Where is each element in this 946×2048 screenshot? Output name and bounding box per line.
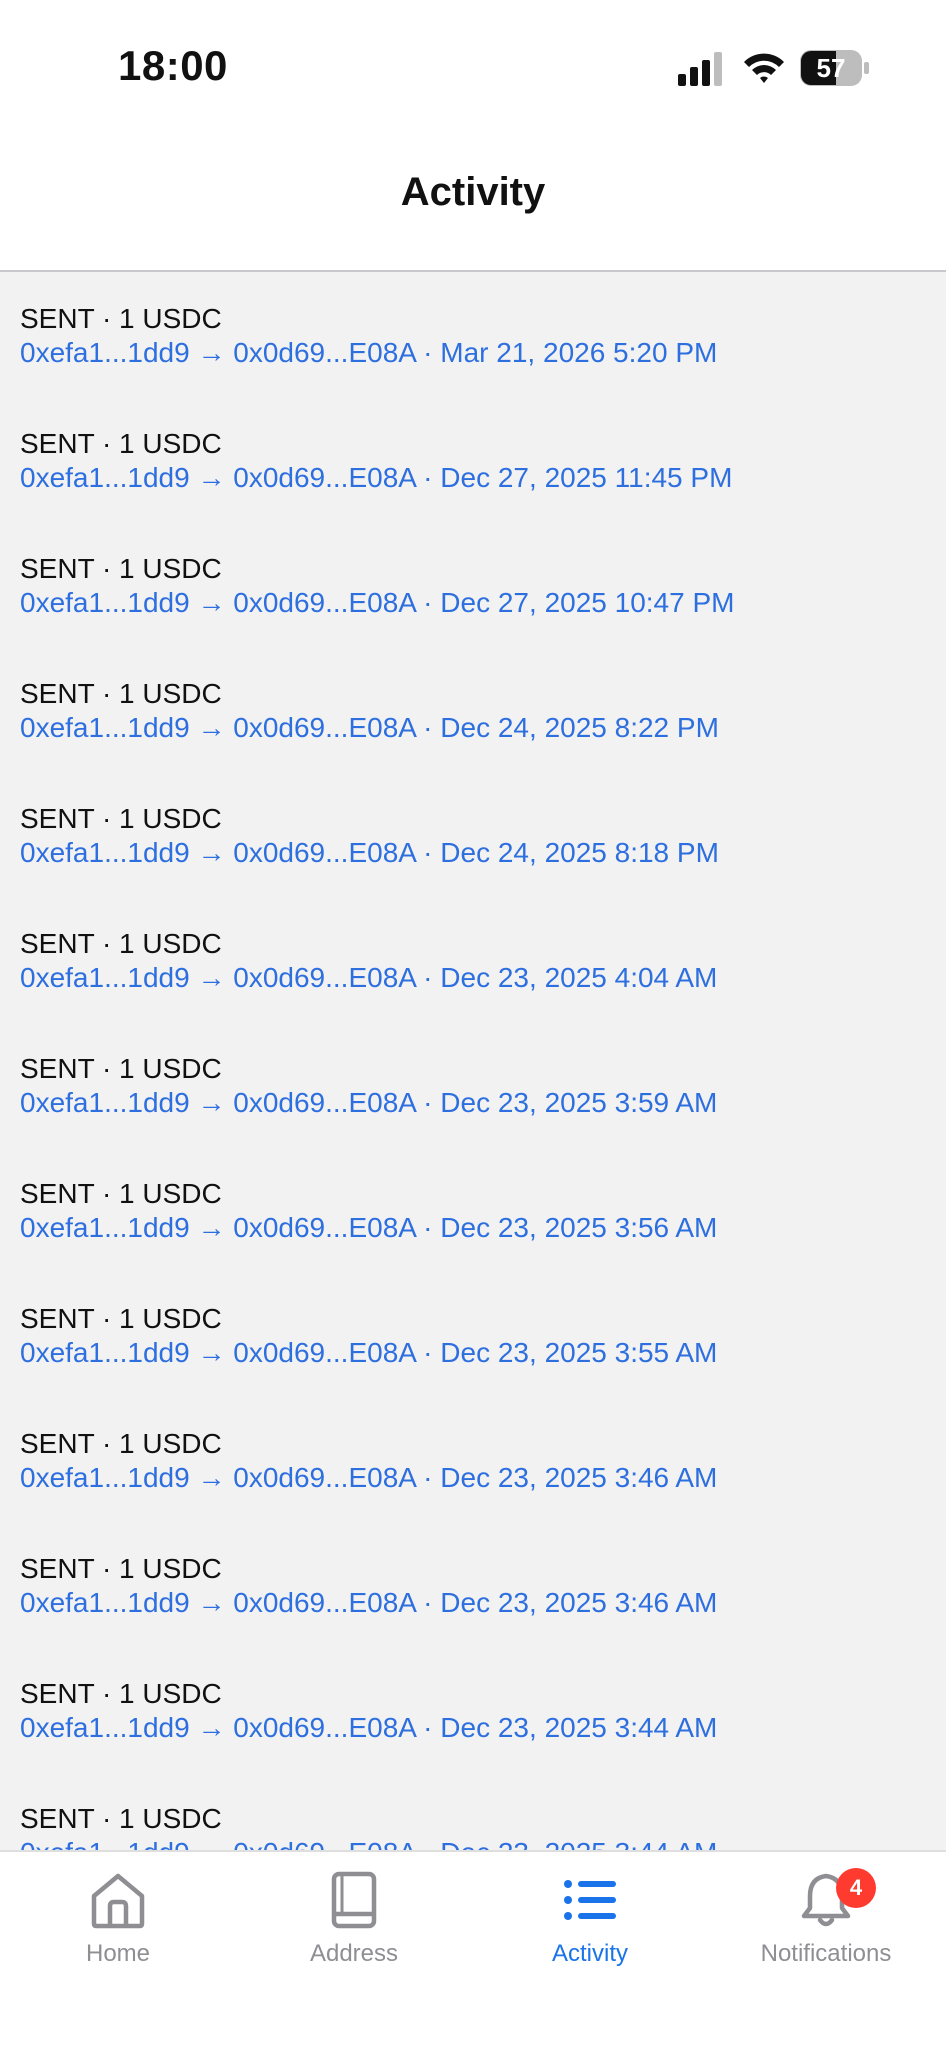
activity-detail: 0xefa1...1dd9 → 0x0d69...E08A · Mar 21, …: [20, 337, 718, 368]
activity-row[interactable]: SENT · 1 USDC 0xefa1...1dd9 → 0x0d69...E…: [0, 899, 946, 1024]
activity-row[interactable]: SENT · 1 USDC 0xefa1...1dd9 → 0x0d69...E…: [0, 649, 946, 774]
activity-title: SENT · 1 USDC: [20, 1178, 222, 1209]
notification-badge: 4: [836, 1868, 876, 1908]
activity-title: SENT · 1 USDC: [20, 803, 222, 834]
status-time: 18:00: [118, 42, 228, 89]
page-title: Activity: [400, 170, 546, 214]
activity-title: SENT · 1 USDC: [20, 1303, 222, 1334]
activity-detail: 0xefa1...1dd9 → 0x0d69...E08A · Dec 23, …: [20, 1337, 718, 1368]
activity-list[interactable]: SENT · 1 USDC 0xefa1...1dd9 → 0x0d69...E…: [0, 274, 946, 1850]
tab-address-label: Address: [309, 1940, 399, 1967]
list-icon: [564, 1880, 616, 1920]
tab-bar: Home Address Activity Notifications 4: [0, 1850, 946, 2048]
activity-title: SENT · 1 USDC: [20, 928, 222, 959]
activity-row[interactable]: SENT · 1 USDC 0xefa1...1dd9 → 0x0d69...E…: [0, 524, 946, 649]
activity-title: SENT · 1 USDC: [20, 1803, 222, 1834]
activity-detail: 0xefa1...1dd9 → 0x0d69...E08A · Dec 23, …: [20, 1587, 718, 1618]
activity-row[interactable]: SENT · 1 USDC 0xefa1...1dd9 → 0x0d69...E…: [0, 1774, 946, 1850]
activity-detail: 0xefa1...1dd9 → 0x0d69...E08A · Dec 23, …: [20, 1087, 718, 1118]
tab-home-label: Home: [85, 1940, 151, 1967]
activity-detail: 0xefa1...1dd9 → 0x0d69...E08A · Dec 23, …: [20, 962, 718, 993]
activity-detail: 0xefa1...1dd9 → 0x0d69...E08A · Dec 27, …: [20, 587, 735, 618]
cellular-signal-icon: [678, 52, 722, 86]
activity-detail: 0xefa1...1dd9 → 0x0d69...E08A · Dec 23, …: [20, 1836, 946, 1850]
activity-row[interactable]: SENT · 1 USDC 0xefa1...1dd9 → 0x0d69...E…: [0, 1649, 946, 1774]
activity-title: SENT · 1 USDC: [20, 428, 222, 459]
tab-notifications-label: Notifications: [760, 1940, 892, 1967]
status-bar: 18:00 57: [0, 0, 946, 140]
activity-title: SENT · 1 USDC: [20, 1428, 222, 1459]
activity-detail: 0xefa1...1dd9 → 0x0d69...E08A · Dec 23, …: [20, 1712, 718, 1743]
activity-title: SENT · 1 USDC: [20, 303, 222, 334]
activity-row[interactable]: SENT · 1 USDC 0xefa1...1dd9 → 0x0d69...E…: [0, 1524, 946, 1649]
wifi-icon: [744, 53, 784, 83]
activity-row[interactable]: SENT · 1 USDC 0xefa1...1dd9 → 0x0d69...E…: [0, 1274, 946, 1399]
activity-title: SENT · 1 USDC: [20, 553, 222, 584]
activity-row[interactable]: SENT · 1 USDC 0xefa1...1dd9 → 0x0d69...E…: [0, 399, 946, 524]
activity-row[interactable]: SENT · 1 USDC 0xefa1...1dd9 → 0x0d69...E…: [0, 774, 946, 899]
tab-activity-label: Activity: [551, 1940, 628, 1967]
tab-notifications[interactable]: Notifications 4: [708, 1868, 944, 1988]
activity-detail: 0xefa1...1dd9 → 0x0d69...E08A · Dec 24, …: [20, 712, 719, 743]
activity-row[interactable]: SENT · 1 USDC 0xefa1...1dd9 → 0x0d69...E…: [0, 1399, 946, 1524]
activity-row[interactable]: SENT · 1 USDC 0xefa1...1dd9 → 0x0d69...E…: [0, 274, 946, 399]
book-icon: [331, 1871, 377, 1929]
home-icon: [91, 1873, 145, 1929]
activity-title: SENT · 1 USDC: [20, 1053, 222, 1084]
tab-activity[interactable]: Activity: [472, 1868, 708, 1988]
activity-title: SENT · 1 USDC: [20, 678, 222, 709]
activity-title: SENT · 1 USDC: [20, 1678, 222, 1709]
activity-title: SENT · 1 USDC: [20, 1553, 222, 1584]
activity-detail: 0xefa1...1dd9 → 0x0d69...E08A · Dec 23, …: [20, 1212, 718, 1243]
activity-detail: 0xefa1...1dd9 → 0x0d69...E08A · Dec 24, …: [20, 837, 719, 868]
tab-address[interactable]: Address: [236, 1868, 472, 1988]
tab-home[interactable]: Home: [0, 1868, 236, 1988]
activity-row[interactable]: SENT · 1 USDC 0xefa1...1dd9 → 0x0d69...E…: [0, 1024, 946, 1149]
battery-level: 57: [816, 53, 846, 83]
activity-row[interactable]: SENT · 1 USDC 0xefa1...1dd9 → 0x0d69...E…: [0, 1149, 946, 1274]
activity-detail: 0xefa1...1dd9 → 0x0d69...E08A · Dec 27, …: [20, 462, 733, 493]
nav-header: Activity: [0, 140, 946, 272]
activity-detail: 0xefa1...1dd9 → 0x0d69...E08A · Dec 23, …: [20, 1462, 718, 1493]
